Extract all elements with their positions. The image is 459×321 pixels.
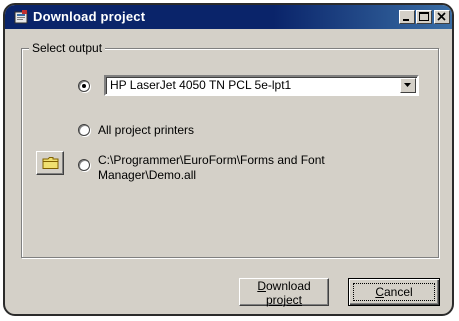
group-label: Select output xyxy=(29,41,106,55)
printer-select-value: HP LaserJet 4050 TN PCL 5e-lpt1 xyxy=(110,78,292,92)
download-label-rest: ownload xyxy=(265,279,311,293)
project-label-rest: roject xyxy=(272,293,303,307)
cancel-button[interactable]: Cancel xyxy=(348,278,440,306)
printer-select[interactable]: HP LaserJet 4050 TN PCL 5e-lpt1 xyxy=(104,75,419,96)
cancel-label: Cancel xyxy=(349,286,439,298)
dropdown-button[interactable] xyxy=(400,78,416,93)
app-icon xyxy=(14,10,28,24)
all-printers-radio[interactable] xyxy=(78,124,90,136)
maximize-button[interactable] xyxy=(416,10,432,24)
file-path-label-line1[interactable]: C:\Programmer\EuroForm\Forms and Font xyxy=(98,153,325,167)
chevron-down-icon xyxy=(404,83,411,87)
download-accel: D xyxy=(257,279,266,293)
maximize-icon xyxy=(419,12,429,21)
minimize-button[interactable] xyxy=(399,10,415,24)
radio-selected-dot xyxy=(82,84,86,88)
download-project-dialog: Download project Select output HP LaserJ… xyxy=(3,3,454,316)
close-button[interactable] xyxy=(434,10,450,24)
browse-folder-button[interactable] xyxy=(36,151,64,175)
download-project-label: Download project xyxy=(240,280,328,306)
window-title: Download project xyxy=(33,9,146,24)
minimize-icon xyxy=(403,19,409,21)
title-bar[interactable]: Download project xyxy=(5,5,452,29)
cancel-accel: C xyxy=(375,285,384,299)
folder-icon xyxy=(42,157,59,169)
file-path-label-line2[interactable]: Manager\Demo.all xyxy=(98,168,196,182)
cancel-label-rest: ancel xyxy=(383,285,413,299)
close-icon xyxy=(437,12,446,21)
all-printers-label[interactable]: All project printers xyxy=(98,123,194,137)
project-accel: p xyxy=(265,293,273,307)
file-radio[interactable] xyxy=(78,159,90,171)
printer-radio[interactable] xyxy=(78,80,90,92)
download-project-button[interactable]: Download project xyxy=(239,278,329,306)
